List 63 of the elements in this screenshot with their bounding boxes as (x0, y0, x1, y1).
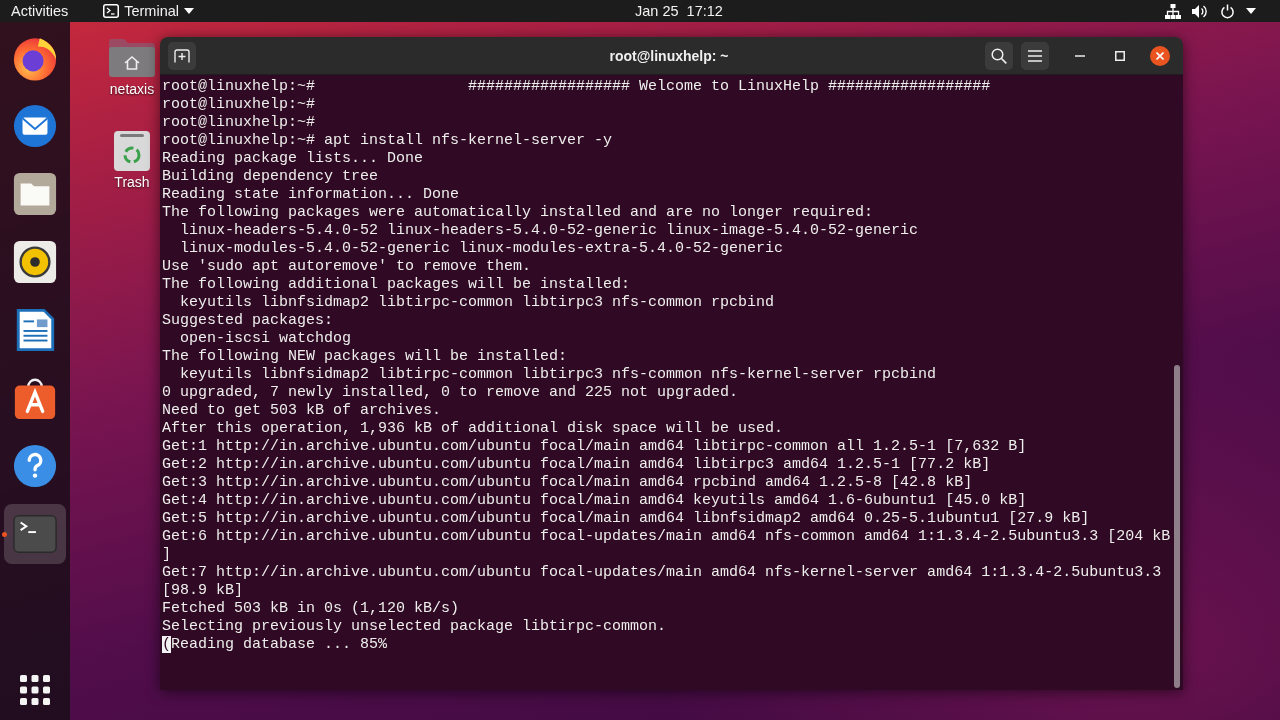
menu-icon (1028, 49, 1042, 62)
terminal-line: Selecting previously unselected package libtirpc-common. (162, 618, 668, 636)
terminal-line: ] (162, 546, 172, 564)
flame-globe-icon (12, 35, 58, 81)
grid-icon (20, 675, 50, 705)
terminal-line: root@linuxhelp:~# apt install nfs-kernel-server -y (162, 132, 614, 150)
maximize-icon (1115, 50, 1125, 61)
terminal-line: linux-modules-5.4.0-52-generic linux-modules-extra-5.4.0-52-generic (179, 240, 785, 258)
desktop-shortcut[interactable]: Trash (104, 131, 160, 190)
terminal-line: root@linuxhelp:~# (162, 114, 317, 132)
terminal-icon (103, 4, 120, 18)
terminal-line: Reading package lists... Done (162, 150, 425, 168)
desktop-shortcut[interactable]: netaxis (104, 38, 160, 97)
terminal-line: 0 upgraded, 7 newly installed, 0 to remove and 225 not upgraded. (162, 384, 740, 402)
power-icon (1220, 3, 1235, 19)
caret-icon (1246, 8, 1256, 14)
terminal-line: The following packages were automatically installed and are no longer required: (162, 204, 875, 222)
new-tab-button[interactable] (168, 41, 196, 70)
terminal-line: Get:7 http://in.archive.ubuntu.com/ubuntu focal-updates/main amd64 nfs-kernel-server amd64 1:1.3.4-2.5ubuntu3.3 (162, 564, 1163, 582)
terminal-line: After this operation, 1,936 kB of additional disk space will be used. (162, 420, 785, 438)
terminal-line: Get:5 http://in.archive.ubuntu.com/ubuntu focal/main amd64 libnfsidmap2 amd64 0.25-5.1ubuntu1 [27.9 kB] (162, 510, 1091, 528)
activities-button[interactable]: Activities (0, 0, 80, 22)
terminal-line: Need to get 503 kB of archives. (162, 402, 443, 420)
caret-icon (184, 8, 194, 14)
terminal-line: linux-headers-5.4.0-52 linux-headers-5.4.0-52-generic linux-image-5.4.0-52-generic (179, 222, 920, 240)
terminal-line: open-iscsi watchdog (179, 330, 353, 348)
folder-icon (12, 171, 58, 217)
terminal-line: Get:2 http://in.archive.ubuntu.com/ubuntu focal/main amd64 libtirpc3 amd64 1.2.5-1 [77.2 kB] (162, 456, 992, 474)
terminal-line: keyutils libnfsidmap2 libtirpc-common libtirpc3 nfs-common nfs-kernel-server rpcbind (179, 366, 938, 384)
terminal-line: Suggested packages: (162, 312, 335, 330)
search-icon (991, 47, 1007, 64)
terminal-line: Use 'sudo apt autoremove' to remove them. (162, 258, 533, 276)
terminal-line: Building dependency tree (162, 168, 380, 186)
close-icon (1156, 51, 1164, 60)
terminal-line: Get:4 http://in.archive.ubuntu.com/ubuntu focal/main amd64 keyutils amd64 1.6-6ubuntu1 [45.0 kB] (162, 492, 1028, 510)
speaker-icon (12, 239, 58, 285)
terminal-line: The following NEW packages will be installed: (162, 348, 569, 366)
terminal-line: [98.9 kB] (162, 582, 244, 600)
scrollbar-thumb[interactable] (1173, 365, 1180, 688)
terminal-line: keyutils libnfsidmap2 libtirpc-common libtirpc3 nfs-common rpcbind (179, 294, 776, 312)
help-icon (12, 443, 58, 489)
clock-button[interactable]: Jan 25 17:12 (635, 0, 723, 22)
window-title: root@linuxhelp: ~ (609, 47, 729, 64)
terminal-line: root@linuxhelp:~# ################## Welcome to LinuxHelp ################## (162, 78, 992, 96)
search-button[interactable] (985, 41, 1013, 70)
menu-button[interactable] (1021, 41, 1049, 70)
terminal-line: Fetched 503 kB in 0s (1,120 kB/s) (162, 600, 461, 618)
terminal-line: Get:6 http://in.archive.ubuntu.com/ubuntu focal-updates/main amd64 nfs-common amd64 1:1.3.4-2.5ubuntu3.3 [204 kB (162, 528, 1170, 546)
terminal-line: root@linuxhelp:~# (162, 96, 317, 114)
trash-icon (114, 131, 150, 171)
terminal-line: Reading state information... Done (162, 186, 461, 204)
home-folder-icon (108, 38, 156, 78)
terminal-line: Get:3 http://in.archive.ubuntu.com/ubuntu focal/main amd64 rpcbind amd64 1.2.5-8 [42.8 kB] (162, 474, 974, 492)
terminal-line: (Reading database ... 85% (162, 636, 389, 654)
app-menu-button[interactable]: Terminal (103, 0, 194, 22)
close-button[interactable] (1150, 45, 1170, 66)
tab-plus-icon (174, 48, 190, 63)
envelope-icon (12, 103, 58, 149)
terminal-line: The following additional packages will be installed: (162, 276, 632, 294)
volume-icon (1192, 3, 1209, 19)
minimize-icon (1075, 54, 1085, 57)
network-icon (1165, 3, 1181, 19)
terminal-line: Get:1 http://in.archive.ubuntu.com/ubuntu focal/main amd64 libtirpc-common all 1.2.5-1 [7,632 B] (162, 438, 1028, 456)
